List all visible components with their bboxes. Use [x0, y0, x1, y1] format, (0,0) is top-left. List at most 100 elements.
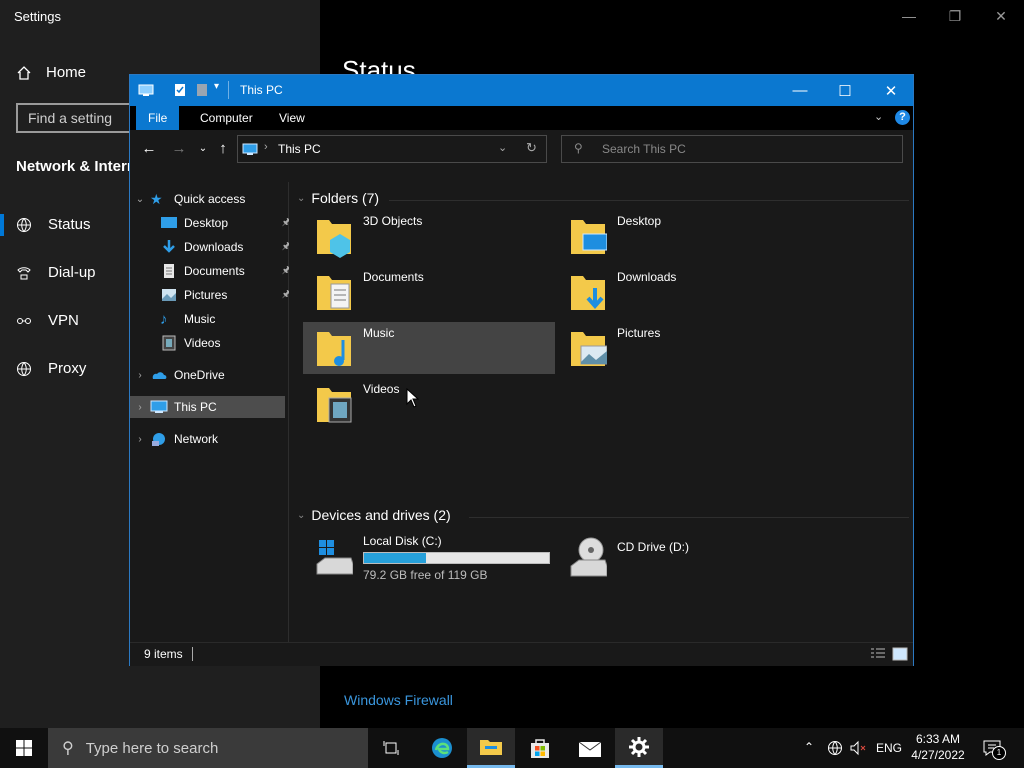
tree-quick-access[interactable]: ⌄ ★ Quick access — [130, 188, 285, 210]
language-indicator[interactable]: ENG — [876, 741, 902, 755]
tab-computer[interactable]: Computer — [190, 106, 263, 130]
taskbar-search-input[interactable]: Type here to search — [86, 740, 219, 757]
this-pc-icon — [242, 143, 258, 155]
home-nav-item[interactable]: Home — [16, 64, 86, 81]
tree-item-desktop[interactable]: Desktop 🖈 — [130, 212, 295, 234]
drive-local-disk-c[interactable]: Local Disk (C:) 79.2 GB free of 119 GB — [303, 530, 555, 586]
folder-label: 3D Objects — [363, 214, 423, 228]
documents-icon — [164, 264, 174, 278]
edge-button[interactable] — [418, 728, 466, 768]
settings-taskbar-button[interactable] — [615, 728, 663, 768]
settings-nav-dialup[interactable]: Dial-up — [16, 264, 96, 281]
drive-cd-d[interactable]: CD Drive (D:) — [557, 530, 809, 586]
folder-3d-objects[interactable]: 3D Objects — [303, 210, 555, 262]
tree-item-music[interactable]: ♪ Music — [130, 308, 295, 330]
task-view-icon — [383, 741, 399, 755]
address-dropdown-icon[interactable]: ⌄ — [498, 141, 507, 154]
settings-close-button[interactable]: ✕ — [978, 0, 1024, 32]
folder-pictures[interactable]: Pictures — [557, 322, 809, 374]
store-button[interactable] — [516, 728, 564, 768]
help-icon[interactable]: ? — [895, 110, 910, 125]
details-view-icon[interactable] — [870, 647, 886, 661]
search-input[interactable]: Search This PC — [602, 142, 686, 156]
tree-label: Pictures — [184, 288, 228, 302]
mail-icon — [578, 741, 602, 757]
clock[interactable]: 6:33 AM 4/27/2022 — [906, 731, 970, 763]
settings-restore-button[interactable]: ❐ — [932, 0, 978, 32]
start-button[interactable] — [0, 728, 48, 768]
expand-chevron-icon[interactable]: › — [130, 434, 150, 445]
collapse-chevron-icon[interactable]: ⌄ — [297, 193, 305, 204]
tree-item-documents[interactable]: Documents 🖈 — [130, 260, 295, 282]
up-button[interactable]: ↑ — [214, 137, 232, 161]
windows-firewall-link[interactable]: Windows Firewall — [344, 692, 453, 708]
window-title: This PC — [240, 83, 283, 97]
expand-ribbon-icon[interactable]: ⌄ — [874, 110, 883, 123]
tree-network[interactable]: › Network — [130, 428, 285, 450]
tree-item-downloads[interactable]: Downloads 🖈 — [130, 236, 295, 258]
divider — [469, 517, 909, 518]
drives-group-header[interactable]: ⌄ Devices and drives (2) — [297, 507, 451, 523]
folder-downloads[interactable]: Downloads — [557, 266, 809, 318]
forward-button[interactable]: → — [170, 137, 188, 161]
file-explorer-window: ▾ This PC — ☐ ✕ File Computer View ⌄ ? ←… — [129, 74, 914, 666]
desktop-folder-icon — [571, 220, 607, 254]
tree-label: OneDrive — [174, 368, 225, 382]
title-bar: ▾ This PC — ☐ ✕ — [130, 75, 913, 106]
tree-label: Quick access — [174, 192, 246, 206]
tab-file[interactable]: File — [136, 106, 180, 130]
settings-nav-proxy[interactable]: Proxy — [16, 360, 86, 377]
collapse-chevron-icon[interactable]: ⌄ — [297, 510, 305, 521]
maximize-button[interactable]: ☐ — [822, 75, 868, 106]
action-center-button[interactable]: 1 — [982, 738, 1006, 763]
refresh-icon[interactable]: ↻ — [526, 140, 537, 156]
local-disk-icon — [316, 540, 353, 575]
large-icons-view-icon[interactable] — [892, 647, 908, 661]
task-view-button[interactable] — [368, 728, 416, 768]
address-bar[interactable]: › This PC ⌄ ↻ — [237, 135, 547, 163]
close-button[interactable]: ✕ — [868, 75, 914, 106]
settings-minimize-button[interactable]: — — [886, 0, 932, 32]
tree-item-videos[interactable]: Videos — [130, 332, 295, 354]
pictures-folder-icon — [571, 332, 607, 366]
settings-nav-status[interactable]: Status — [16, 216, 91, 233]
tree-item-pictures[interactable]: Pictures 🖈 — [130, 284, 295, 306]
divider — [389, 200, 909, 201]
settings-nav-label: VPN — [48, 312, 79, 329]
file-explorer-taskbar-button[interactable] — [467, 728, 515, 768]
breadcrumb[interactable]: This PC — [278, 142, 321, 156]
show-hidden-icons-button[interactable]: ⌃ — [804, 740, 814, 754]
search-icon: ⚲ — [62, 740, 74, 757]
tree-this-pc[interactable]: › This PC — [130, 396, 285, 418]
taskbar-search[interactable]: ⚲ Type here to search — [48, 728, 368, 768]
recent-locations-button[interactable]: ⌄ — [194, 137, 212, 161]
volume-muted-icon[interactable] — [850, 740, 868, 756]
edge-icon — [432, 738, 452, 758]
customize-toolbar-icon[interactable]: ▾ — [214, 81, 219, 92]
breadcrumb-chevron-icon[interactable]: › — [264, 141, 268, 153]
folder-documents[interactable]: Documents — [303, 266, 555, 318]
tab-view[interactable]: View — [269, 106, 315, 130]
folder-music[interactable]: Music — [303, 322, 555, 374]
expand-chevron-icon[interactable]: › — [130, 402, 150, 413]
folder-videos[interactable]: Videos — [303, 378, 555, 430]
folder-label: Videos — [363, 382, 400, 396]
folders-group-header[interactable]: ⌄ Folders (7) — [297, 190, 379, 206]
expand-chevron-icon[interactable]: › — [130, 370, 150, 381]
search-icon: ⚲ — [574, 141, 583, 155]
back-button[interactable]: ← — [140, 137, 158, 161]
tree-onedrive[interactable]: › OneDrive — [130, 364, 285, 386]
settings-nav-vpn[interactable]: VPN — [16, 312, 79, 329]
taskbar: ⚲ Type here to search ⌃ ENG 6:33 AM 4/27… — [0, 728, 1024, 768]
mail-button[interactable] — [566, 728, 614, 768]
properties-icon[interactable] — [172, 82, 188, 98]
folder-desktop[interactable]: Desktop — [557, 210, 809, 262]
expand-chevron-icon[interactable]: ⌄ — [130, 194, 150, 205]
music-folder-icon — [317, 332, 351, 366]
content-pane: ⌄ Folders (7) 3D Objects Desktop Documen… — [289, 182, 913, 642]
folder-label: Music — [363, 326, 395, 340]
network-globe-icon[interactable] — [827, 740, 843, 756]
new-folder-icon[interactable] — [194, 82, 210, 98]
minimize-button[interactable]: — — [777, 75, 823, 106]
search-box[interactable]: ⚲ Search This PC — [561, 135, 903, 163]
